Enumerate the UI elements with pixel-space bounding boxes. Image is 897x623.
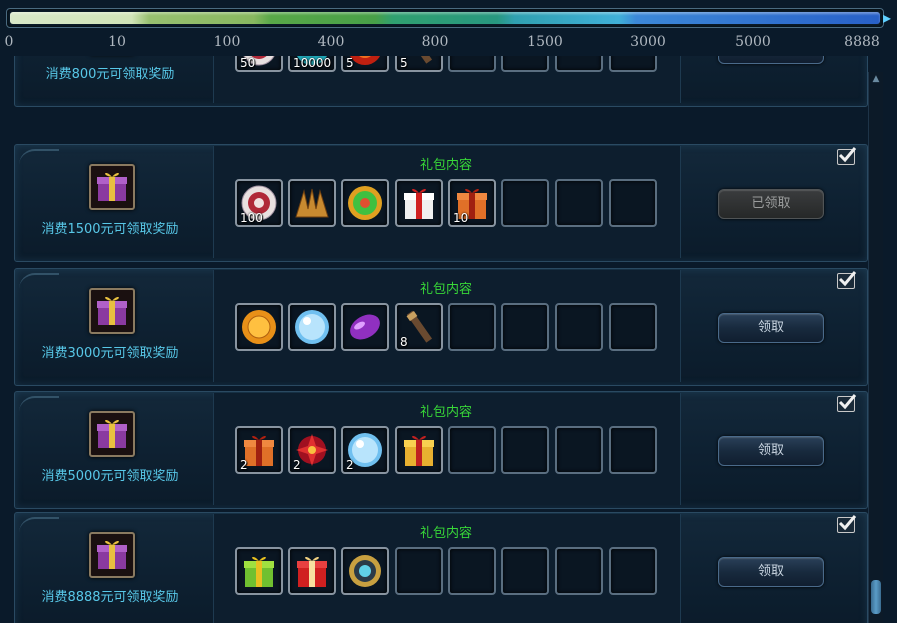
- gift-content-title: 礼包内容: [419, 526, 472, 541]
- reward-tier-panel: 消费800元可领取奖励 50 10000 5 5 领取: [14, 56, 868, 107]
- item-count: 5: [400, 56, 408, 70]
- check-icon: [837, 147, 857, 165]
- item-slot[interactable]: [395, 426, 443, 474]
- empty-item-slot: [609, 547, 657, 595]
- item-slot[interactable]: 2: [288, 426, 336, 474]
- tick-label: 800: [421, 34, 449, 50]
- item-count: 2: [240, 458, 248, 472]
- item-count: 5: [346, 56, 354, 70]
- claim-button[interactable]: 领取: [718, 313, 824, 343]
- claim-button[interactable]: 领取: [718, 436, 824, 466]
- tick-label: 0: [4, 34, 14, 50]
- item-slot[interactable]: [288, 179, 336, 227]
- item-slot[interactable]: [288, 303, 336, 351]
- item-slot[interactable]: 10: [448, 179, 496, 227]
- item-count: 10: [453, 211, 469, 225]
- tier-gift-box-icon: [89, 411, 135, 457]
- item-count: 2: [293, 458, 301, 472]
- empty-item-slot: [555, 56, 603, 72]
- item-slot[interactable]: 10000: [288, 56, 336, 72]
- item-slot[interactable]: 5: [341, 56, 389, 72]
- item-slot[interactable]: 5: [395, 56, 443, 72]
- empty-item-slot: [395, 547, 443, 595]
- tier-requirement-label: 消费5000元可领取奖励: [41, 469, 179, 484]
- progress-fill: [10, 12, 880, 24]
- claim-button[interactable]: 领取: [718, 557, 824, 587]
- item-slot[interactable]: [341, 303, 389, 351]
- tier-requirement-label: 消费1500元可领取奖励: [41, 222, 179, 237]
- reward-tier-list: 消费800元可领取奖励501000055领取消费1500元可领取奖励礼包内容10…: [0, 56, 897, 623]
- item-slot[interactable]: [235, 547, 283, 595]
- item-slot[interactable]: [395, 179, 443, 227]
- empty-item-slot: [448, 303, 496, 351]
- scroll-up-arrow-icon[interactable]: ▲: [871, 74, 881, 84]
- item-count: 50: [240, 56, 256, 70]
- tick-label: 5000: [735, 34, 771, 50]
- reward-tier-panel: 消费8888元可领取奖励 礼包内容领取: [14, 512, 868, 623]
- scrollbar[interactable]: ▲: [868, 72, 883, 623]
- item-slot[interactable]: [341, 547, 389, 595]
- item-slot[interactable]: [341, 179, 389, 227]
- tier-requirement-label: 消费8888元可领取奖励: [41, 590, 179, 605]
- empty-item-slot: [501, 426, 549, 474]
- empty-item-slot: [609, 56, 657, 72]
- tick-label: 10: [108, 34, 126, 50]
- empty-item-slot: [501, 303, 549, 351]
- tick-label: 1500: [527, 34, 563, 50]
- empty-item-slot: [448, 547, 496, 595]
- empty-item-slot: [555, 303, 603, 351]
- item-count: 100: [240, 211, 263, 225]
- progress-track: [10, 12, 880, 24]
- tier-gift-box-icon: [89, 164, 135, 210]
- empty-item-slot: [555, 179, 603, 227]
- item-slot[interactable]: 2: [235, 426, 283, 474]
- empty-item-slot: [609, 179, 657, 227]
- empty-item-slot: [555, 426, 603, 474]
- tier-requirement-label: 消费800元可领取奖励: [45, 67, 175, 82]
- empty-item-slot: [501, 179, 549, 227]
- progress-end-arrow-icon: ▸: [883, 8, 892, 27]
- empty-item-slot: [609, 426, 657, 474]
- tier-requirement-label: 消费3000元可领取奖励: [41, 346, 179, 361]
- item-slot[interactable]: 2: [341, 426, 389, 474]
- empty-item-slot: [501, 56, 549, 72]
- tier-gift-box-icon: [89, 532, 135, 578]
- tick-label: 100: [213, 34, 241, 50]
- item-slot[interactable]: 8: [395, 303, 443, 351]
- empty-item-slot: [448, 426, 496, 474]
- reward-tier-panel: 消费1500元可领取奖励 礼包内容 100 10 已领取: [14, 144, 868, 262]
- check-icon: [837, 271, 857, 289]
- gift-content-title: 礼包内容: [419, 405, 472, 420]
- gift-content-title: 礼包内容: [419, 282, 472, 297]
- item-count: 10000: [293, 56, 332, 70]
- claimed-button: 已领取: [718, 189, 824, 219]
- item-count: 8: [400, 335, 408, 349]
- scroll-thumb[interactable]: [871, 580, 881, 614]
- tick-label: 8888: [844, 34, 880, 50]
- item-slot[interactable]: 50: [235, 56, 283, 72]
- empty-item-slot: [555, 547, 603, 595]
- item-slot[interactable]: 100: [235, 179, 283, 227]
- gift-content-title: 礼包内容: [419, 158, 472, 173]
- spending-progress-bar: ▸: [6, 8, 891, 28]
- claim-button[interactable]: 领取: [718, 56, 824, 64]
- reward-tier-panel: 消费3000元可领取奖励 礼包内容 8 领取: [14, 268, 868, 386]
- tick-label: 3000: [630, 34, 666, 50]
- progress-tick-labels: 0 10 100 400 800 1500 3000 5000 8888: [0, 34, 897, 52]
- check-icon: [837, 394, 857, 412]
- item-slot[interactable]: [235, 303, 283, 351]
- check-icon: [837, 515, 857, 533]
- tick-label: 400: [317, 34, 345, 50]
- reward-tier-panel: 消费5000元可领取奖励 礼包内容 2 2 2 领取: [14, 391, 868, 509]
- empty-item-slot: [448, 56, 496, 72]
- item-count: 2: [346, 458, 354, 472]
- tier-gift-box-icon: [89, 288, 135, 334]
- empty-item-slot: [609, 303, 657, 351]
- item-slot[interactable]: [288, 547, 336, 595]
- empty-item-slot: [501, 547, 549, 595]
